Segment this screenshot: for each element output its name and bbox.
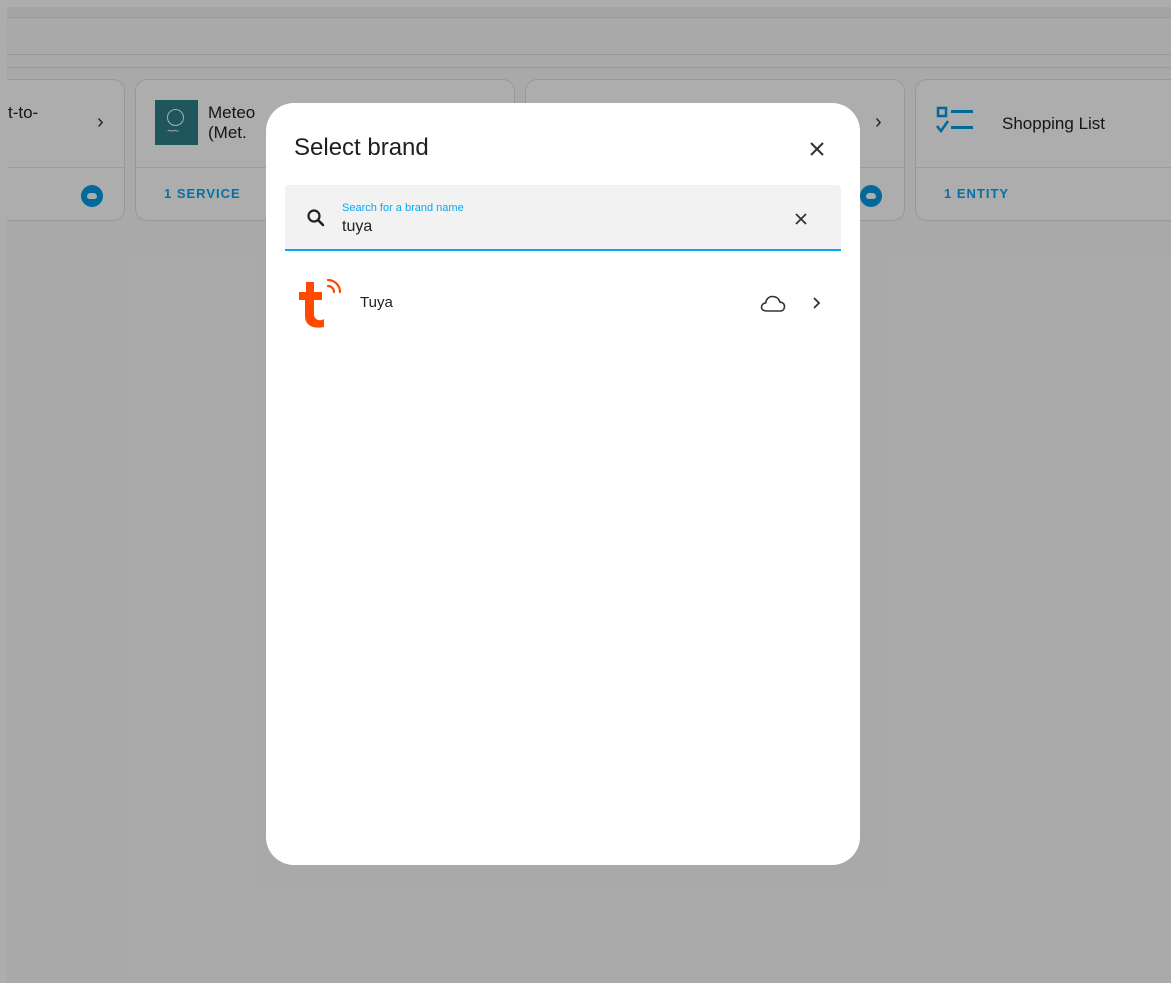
dialog-title: Select brand <box>294 134 429 161</box>
search-label: Search for a brand name <box>342 202 464 214</box>
brand-list-item-tuya[interactable]: Tuya <box>266 269 860 337</box>
brand-list: Tuya <box>266 269 860 337</box>
close-icon[interactable] <box>799 131 835 167</box>
brand-search-field[interactable]: Search for a brand name <box>285 185 841 251</box>
select-brand-dialog: Select brand Search for a brand name Tuy… <box>266 103 860 865</box>
clear-search-icon[interactable] <box>790 208 812 230</box>
search-icon <box>307 209 325 227</box>
chevron-right-icon <box>813 297 821 309</box>
search-input[interactable] <box>342 217 762 237</box>
tuya-logo-icon <box>299 278 342 328</box>
cloud-icon <box>760 295 786 312</box>
brand-name: Tuya <box>360 294 393 311</box>
